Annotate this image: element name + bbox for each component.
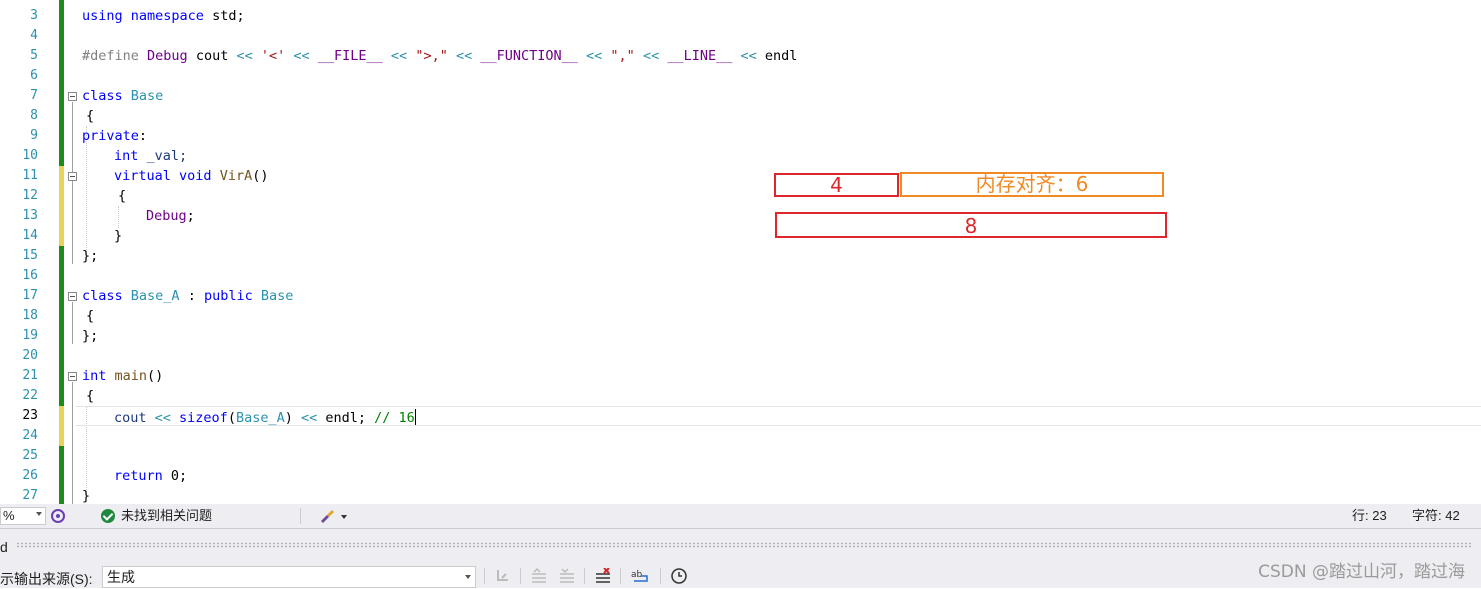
collapse-function-vira-icon[interactable] (68, 172, 77, 181)
issues-status[interactable]: 未找到相关问题 (121, 508, 212, 524)
fold-guide (72, 382, 73, 504)
clear-all-icon[interactable] (594, 567, 612, 584)
output-source-label: 示输出来源(S): (0, 571, 93, 587)
text-caret (414, 409, 416, 425)
line-indicator[interactable]: 行: 23 (1352, 508, 1387, 524)
find-in-output-icon[interactable] (494, 568, 512, 584)
code-line-27[interactable]: } (82, 486, 90, 504)
code-line-23[interactable]: cout << sizeof(Base_A) << endl; // 16 (114, 406, 416, 426)
check-circle-icon (101, 509, 115, 523)
saved-change-bar (59, 246, 64, 406)
divider (620, 568, 621, 584)
line-number: 15 (22, 248, 38, 263)
line-number: 8 (30, 108, 38, 123)
toggle-word-wrap-icon[interactable]: ab (630, 568, 648, 584)
code-line-14[interactable]: } (114, 226, 122, 246)
indent-guide (118, 206, 119, 228)
output-source-select[interactable]: 生成 (102, 566, 476, 588)
divider (584, 568, 585, 584)
line-number: 26 (22, 468, 38, 483)
line-number: 20 (22, 348, 38, 363)
code-line-26[interactable]: return 0; (114, 466, 187, 486)
saved-change-bar (59, 0, 64, 166)
line-number-gutter: 3 4 5 6 7 8 9 10 11 12 13 14 15 16 17 18 19 20 21 22 23 24 25 2… (0, 0, 38, 504)
line-number: 22 (22, 388, 38, 403)
code-line-11[interactable]: virtual void VirA() (114, 166, 268, 186)
code-line-5[interactable]: #define Debug cout << '<' << __FILE__ <<… (82, 46, 797, 66)
line-number: 5 (30, 48, 38, 63)
divider (660, 568, 661, 584)
line-number: 24 (22, 428, 38, 443)
line-number: 4 (30, 28, 38, 43)
csdn-watermark: CSDN @踏过山河，踏过海 (1258, 562, 1465, 582)
collapse-function-main-icon[interactable] (68, 372, 77, 381)
zoom-dropdown[interactable]: % (0, 507, 46, 525)
go-to-next-message-icon[interactable] (558, 568, 576, 584)
code-line-22[interactable]: { (86, 386, 94, 406)
output-panel-title: d (0, 539, 8, 555)
line-number: 23 (22, 408, 38, 423)
line-number: 9 (30, 128, 38, 143)
line-number: 13 (22, 208, 38, 223)
line-number: 7 (30, 88, 38, 103)
collapse-class-base-icon[interactable] (68, 92, 77, 101)
svg-text:ab: ab (631, 570, 643, 580)
line-number: 3 (30, 8, 38, 23)
code-cleanup-brush-icon[interactable] (318, 508, 350, 524)
line-number: 16 (22, 268, 38, 283)
code-line-8[interactable]: { (86, 106, 94, 126)
code-line-21[interactable]: int main() (82, 366, 163, 386)
annotation-box-4: 4 (774, 173, 899, 197)
code-line-19[interactable]: }; (82, 326, 98, 346)
fold-guide (72, 302, 73, 344)
line-number: 25 (22, 448, 38, 463)
indent-guide (86, 126, 87, 260)
line-number: 11 (22, 168, 38, 183)
unsaved-change-bar (59, 166, 64, 246)
line-number: 14 (22, 228, 38, 243)
line-number: 19 (22, 328, 38, 343)
line-number: 6 (30, 68, 38, 83)
chevron-down-icon (36, 512, 42, 516)
code-line-10[interactable]: int _val; (114, 146, 187, 166)
divider (300, 508, 301, 524)
code-editor[interactable]: 3 4 5 6 7 8 9 10 11 12 13 14 15 16 17 18 19 20 21 22 23 24 25 2… (0, 0, 1481, 504)
fold-guide (72, 102, 73, 264)
line-number: 10 (22, 148, 38, 163)
collapse-class-base-a-icon[interactable] (68, 292, 77, 301)
code-line-17[interactable]: class Base_A : public Base (82, 286, 293, 306)
chevron-down-icon (465, 575, 471, 579)
go-to-previous-message-icon[interactable] (530, 567, 548, 584)
unsaved-change-bar (59, 406, 64, 446)
code-line-7[interactable]: class Base (82, 86, 163, 106)
clock-icon[interactable] (670, 568, 688, 584)
divider (484, 568, 485, 584)
line-number: 18 (22, 308, 38, 323)
annotation-box-8: 8 (775, 212, 1167, 238)
code-line-12[interactable]: { (118, 186, 126, 206)
code-line-18[interactable]: { (86, 306, 94, 326)
line-number: 21 (22, 368, 38, 383)
editor-status-bar: % 未找到相关问题 行: 23 字符: 42 (0, 504, 1481, 528)
divider (520, 568, 521, 584)
code-line-9[interactable]: private: (82, 126, 147, 146)
line-number: 12 (22, 188, 38, 203)
saved-change-bar (59, 446, 64, 504)
intellicode-icon[interactable] (50, 508, 66, 524)
code-line-15[interactable]: }; (82, 246, 98, 266)
line-number: 27 (22, 488, 38, 503)
code-line-3[interactable]: using namespace std; (82, 6, 245, 26)
line-number: 17 (22, 288, 38, 303)
code-line-13[interactable]: Debug; (146, 206, 195, 226)
column-indicator[interactable]: 字符: 42 (1412, 508, 1460, 524)
panel-drag-grip[interactable] (16, 542, 1473, 548)
annotation-box-memory-alignment: 内存对齐：6 (900, 172, 1164, 197)
